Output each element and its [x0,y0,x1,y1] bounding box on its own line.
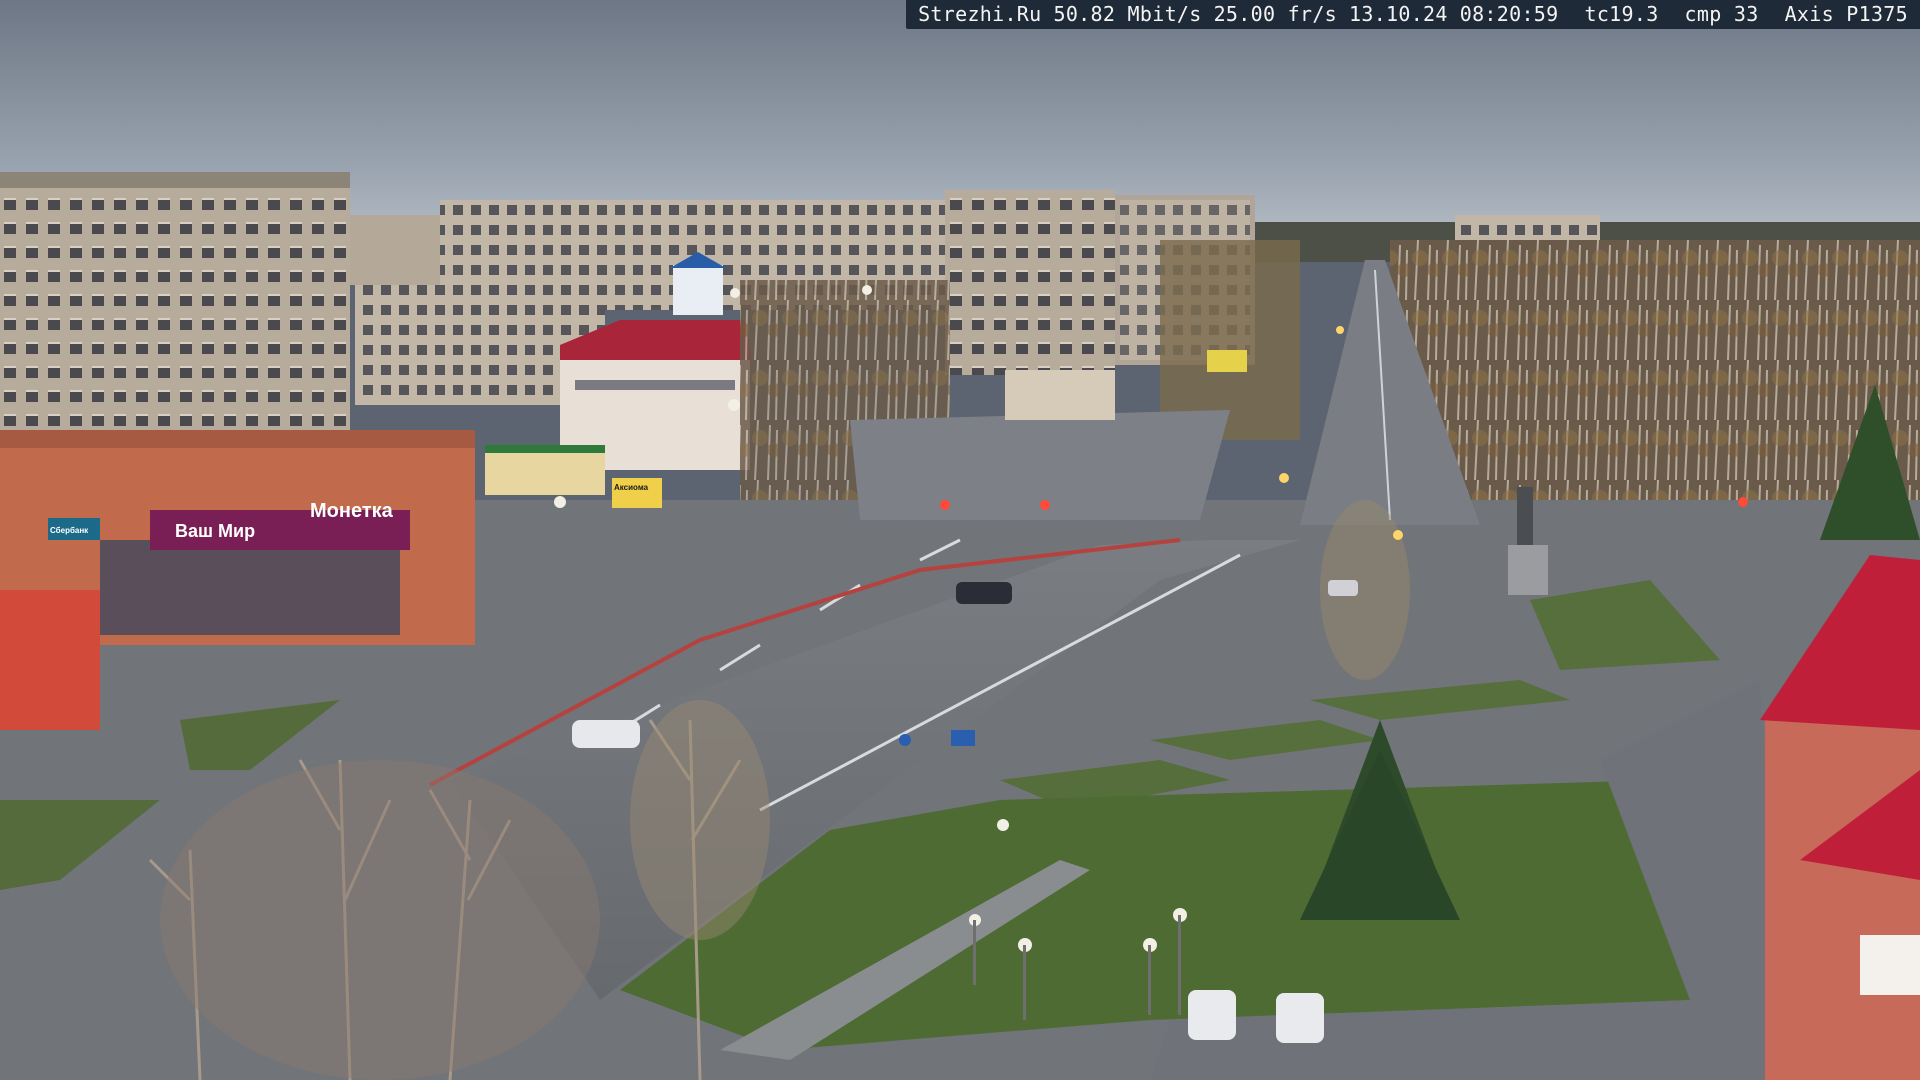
square-plaza [850,410,1230,520]
overlay-date: 13.10.24 [1349,2,1448,26]
kiosk [485,450,605,495]
kiosk-roof [485,445,605,453]
overlay-framerate: 25.00 fr/s [1213,2,1338,26]
car-white-left [572,720,640,748]
overlay-time: 08:20:59 [1459,2,1559,26]
store-sign-left: Ваш Мир [175,521,255,541]
tree-crown-center [630,700,770,940]
monument-pedestal [1508,545,1548,595]
car-parked-1 [1188,990,1236,1040]
blue-roof-tower [673,265,723,315]
building-central [945,190,1115,375]
car-dark [956,582,1012,604]
store-sign-main: Монеткa [310,500,394,522]
overlay-site: Strezhi.Ru [918,2,1042,26]
tree-crown-left [160,760,600,1080]
road-sign-blue [951,730,975,746]
overlay-tc: tc19.3 [1584,2,1659,26]
monument-statue [1517,487,1533,545]
billboard [1207,350,1247,372]
red-roof-building-windows [575,380,735,390]
building-left-roof [0,172,350,188]
road-sign-round [899,734,911,746]
right-red-building [1765,720,1920,1080]
car-parked-2 [1276,993,1324,1043]
shopping-center-top [0,430,475,448]
street-scene: Ваш Мир Монеткa Аксиома Сбербанк [0,0,1920,1080]
shop-glass-front [100,540,400,635]
red-shop-block [0,590,100,730]
car-crossing [1328,580,1358,596]
right-building-window [1860,935,1920,995]
overlay-bitrate: 50.82 Mbit/s [1053,2,1202,26]
overlay-cmp: cmp 33 [1684,2,1759,26]
trees-right-belt [1390,240,1920,520]
overlay-camera: Axis P1375 [1784,2,1908,26]
shop-sign-small: Аксиома [614,483,649,492]
small-white-building [1005,370,1115,420]
camera-overlay: Strezhi.Ru 50.82 Mbit/s 25.00 fr/s 13.10.24… [906,0,1920,29]
bank-sign-text: Сбербанк [50,526,89,535]
